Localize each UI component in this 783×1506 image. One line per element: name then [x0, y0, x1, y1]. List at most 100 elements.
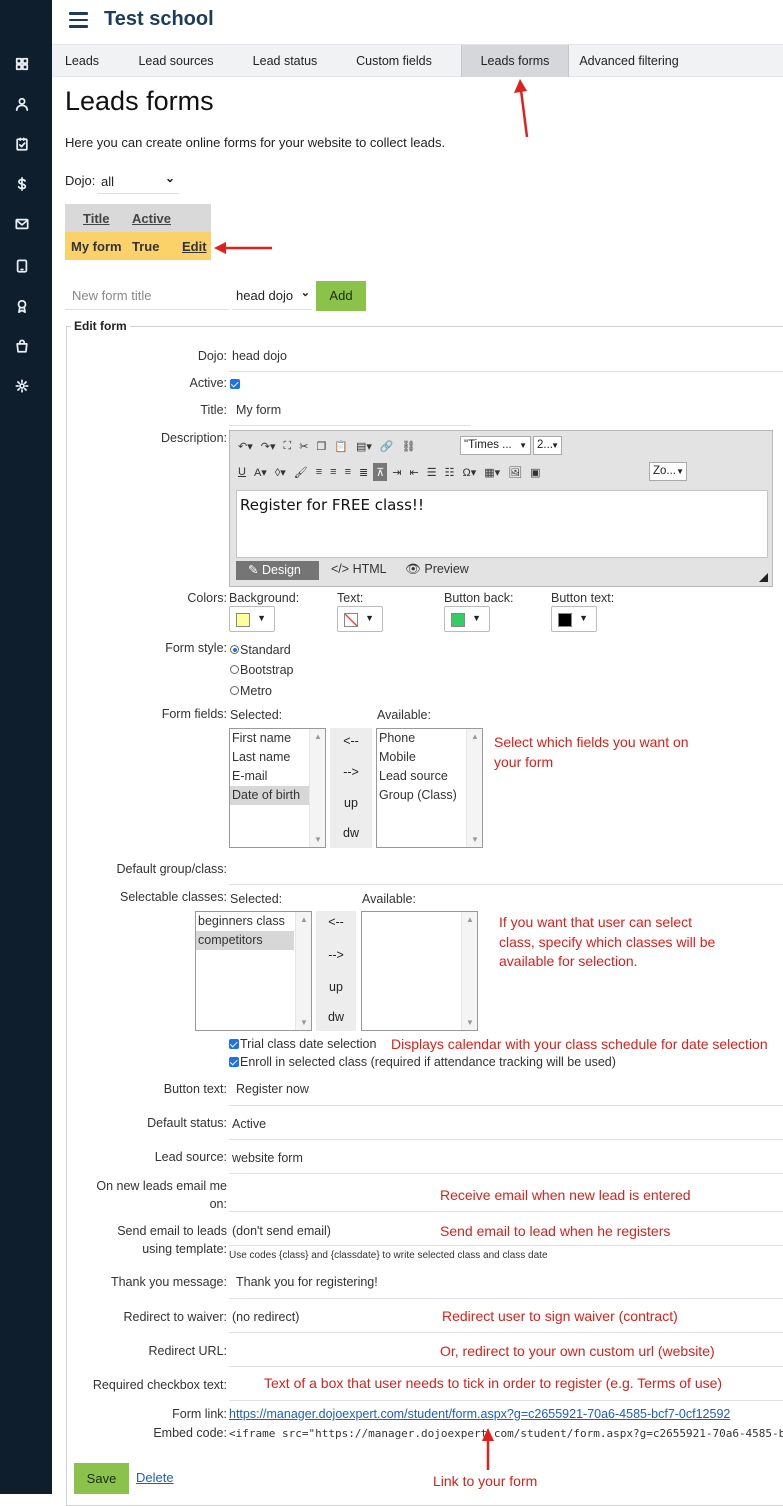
- media-icon[interactable]: 🖼: [505, 463, 525, 481]
- radio-bootstrap[interactable]: [230, 665, 239, 674]
- dollar-icon[interactable]: [14, 176, 30, 192]
- list-item[interactable]: beginners class: [196, 912, 311, 931]
- new-form-dojo-select[interactable]: head dojo ⌄: [232, 280, 312, 310]
- font-color-icon[interactable]: A▾: [251, 463, 270, 481]
- move-right-button[interactable]: -->: [316, 948, 356, 962]
- enroll-class-option[interactable]: Enroll in selected class (required if at…: [229, 1055, 616, 1069]
- scrollbar[interactable]: ▲ ▼: [466, 729, 482, 847]
- move-left-button[interactable]: <--: [330, 734, 372, 748]
- gear-icon[interactable]: [14, 378, 30, 394]
- clear-format-icon[interactable]: ⊼: [373, 463, 388, 481]
- resize-handle-icon[interactable]: [759, 573, 768, 582]
- move-up-button[interactable]: up: [330, 796, 372, 810]
- shopping-bag-icon[interactable]: [14, 338, 30, 354]
- align-left-icon[interactable]: ≡: [313, 463, 325, 481]
- dojo-filter-select[interactable]: all ⌄: [97, 168, 179, 194]
- title-input[interactable]: My form: [236, 403, 281, 417]
- tab-lead-sources[interactable]: Lead sources: [130, 45, 222, 77]
- email-me-input[interactable]: [229, 1211, 783, 1212]
- move-right-button[interactable]: -->: [330, 765, 372, 779]
- radio-standard[interactable]: [230, 645, 239, 654]
- paste-options-icon[interactable]: ▤▾: [353, 437, 375, 455]
- tab-leads[interactable]: Leads: [54, 45, 110, 77]
- editor-tab-design[interactable]: ✎ Design: [236, 561, 319, 580]
- award-icon[interactable]: [14, 298, 30, 314]
- table-row[interactable]: My form True Edit: [65, 232, 211, 260]
- font-size-select[interactable]: 2... ▼: [533, 436, 562, 455]
- embed-code-value[interactable]: <iframe src="https://manager.dojoexpert.…: [229, 1427, 783, 1440]
- radio-metro[interactable]: [230, 686, 239, 695]
- default-group-input[interactable]: [229, 884, 783, 885]
- underline-icon[interactable]: U: [235, 463, 249, 481]
- form-fields-available-list[interactable]: Phone Mobile Lead source Group (Class) ▲…: [376, 728, 483, 848]
- scrollbar[interactable]: ▲ ▼: [309, 729, 325, 847]
- numbered-list-icon[interactable]: ☷: [442, 463, 458, 481]
- dojo-value[interactable]: head dojo: [232, 349, 287, 363]
- button-text-color-picker[interactable]: ▼: [551, 606, 597, 632]
- person-icon[interactable]: [14, 96, 30, 112]
- button-back-color-picker[interactable]: ▼: [444, 606, 490, 632]
- classes-selected-list[interactable]: beginners class competitors ▲ ▼: [195, 911, 312, 1031]
- active-checkbox[interactable]: [230, 379, 240, 389]
- list-item[interactable]: Date of birth: [230, 786, 309, 805]
- col-title-header[interactable]: Title: [83, 211, 110, 226]
- tab-custom-fields[interactable]: Custom fields: [348, 45, 440, 77]
- cut-icon[interactable]: ✂: [296, 437, 311, 455]
- move-up-button[interactable]: up: [316, 980, 356, 994]
- delete-link[interactable]: Delete: [136, 1470, 174, 1485]
- clipboard-check-icon[interactable]: [14, 136, 30, 152]
- bulleted-list-icon[interactable]: ☰: [424, 463, 440, 481]
- align-right-icon[interactable]: ≡: [342, 463, 354, 481]
- align-center-icon[interactable]: ≡: [327, 463, 339, 481]
- move-down-button[interactable]: dw: [330, 826, 372, 840]
- form-style-standard[interactable]: Standard: [230, 643, 291, 657]
- copy-icon[interactable]: ❐: [313, 437, 329, 455]
- tab-lead-status[interactable]: Lead status: [242, 45, 328, 77]
- redirect-waiver-select[interactable]: (no redirect): [232, 1310, 299, 1324]
- dashboard-icon[interactable]: [14, 56, 30, 72]
- button-text-input[interactable]: Register now: [236, 1082, 309, 1096]
- col-active-header[interactable]: Active: [132, 211, 171, 226]
- mail-icon[interactable]: [14, 216, 30, 232]
- send-email-select[interactable]: (don't send email): [232, 1224, 331, 1238]
- form-style-bootstrap[interactable]: Bootstrap: [230, 663, 294, 677]
- tab-leads-forms[interactable]: Leads forms: [461, 45, 569, 77]
- hamburger-menu-icon[interactable]: [69, 12, 88, 28]
- trial-class-option[interactable]: Trial class date selection: [229, 1037, 376, 1051]
- list-item[interactable]: competitors: [196, 931, 294, 950]
- save-button[interactable]: Save: [74, 1463, 129, 1494]
- classes-available-list[interactable]: ▲ ▼: [361, 911, 478, 1031]
- font-name-select[interactable]: "Times ... ▼: [460, 436, 531, 455]
- select-all-icon[interactable]: ⛶: [281, 437, 295, 455]
- outdent-icon[interactable]: ⇤: [407, 463, 422, 481]
- format-painter-icon[interactable]: 🖌: [291, 463, 311, 481]
- thank-you-input[interactable]: Thank you for registering!: [236, 1275, 378, 1289]
- trial-class-checkbox[interactable]: [229, 1039, 239, 1049]
- required-checkbox-input[interactable]: [229, 1400, 783, 1401]
- add-button[interactable]: Add: [316, 281, 366, 311]
- indent-icon[interactable]: ⇥: [389, 463, 404, 481]
- background-color-picker[interactable]: ▼: [229, 606, 275, 632]
- edit-link[interactable]: Edit: [182, 239, 207, 254]
- lead-source-select[interactable]: website form: [232, 1151, 303, 1165]
- zoom-select[interactable]: Zo... ▼: [649, 462, 687, 481]
- unlink-icon[interactable]: ⛓: [399, 437, 419, 455]
- form-style-metro[interactable]: Metro: [230, 684, 272, 698]
- special-char-icon[interactable]: Ω▾: [459, 463, 479, 481]
- form-fields-selected-list[interactable]: First name Last name E-mail Date of birt…: [229, 728, 326, 848]
- paste-icon[interactable]: 📋: [331, 437, 351, 455]
- undo-icon[interactable]: ↶▾: [235, 437, 256, 455]
- redirect-url-input[interactable]: [229, 1366, 783, 1367]
- scrollbar[interactable]: ▲ ▼: [461, 912, 477, 1030]
- tab-advanced-filtering[interactable]: Advanced filtering: [579, 45, 679, 77]
- link-icon[interactable]: 🔗: [377, 437, 397, 455]
- scrollbar[interactable]: ▲ ▼: [295, 912, 311, 1030]
- editor-tab-html[interactable]: </> HTML: [331, 562, 387, 576]
- move-left-button[interactable]: <--: [316, 915, 356, 929]
- table-icon[interactable]: ▦▾: [481, 463, 503, 481]
- text-color-picker[interactable]: ▼: [337, 606, 383, 632]
- editor-content-area[interactable]: Register for FREE class!!: [236, 490, 768, 558]
- default-status-select[interactable]: Active: [232, 1117, 266, 1131]
- enroll-class-checkbox[interactable]: [229, 1057, 239, 1067]
- highlight-color-icon[interactable]: ◊▾: [272, 463, 289, 481]
